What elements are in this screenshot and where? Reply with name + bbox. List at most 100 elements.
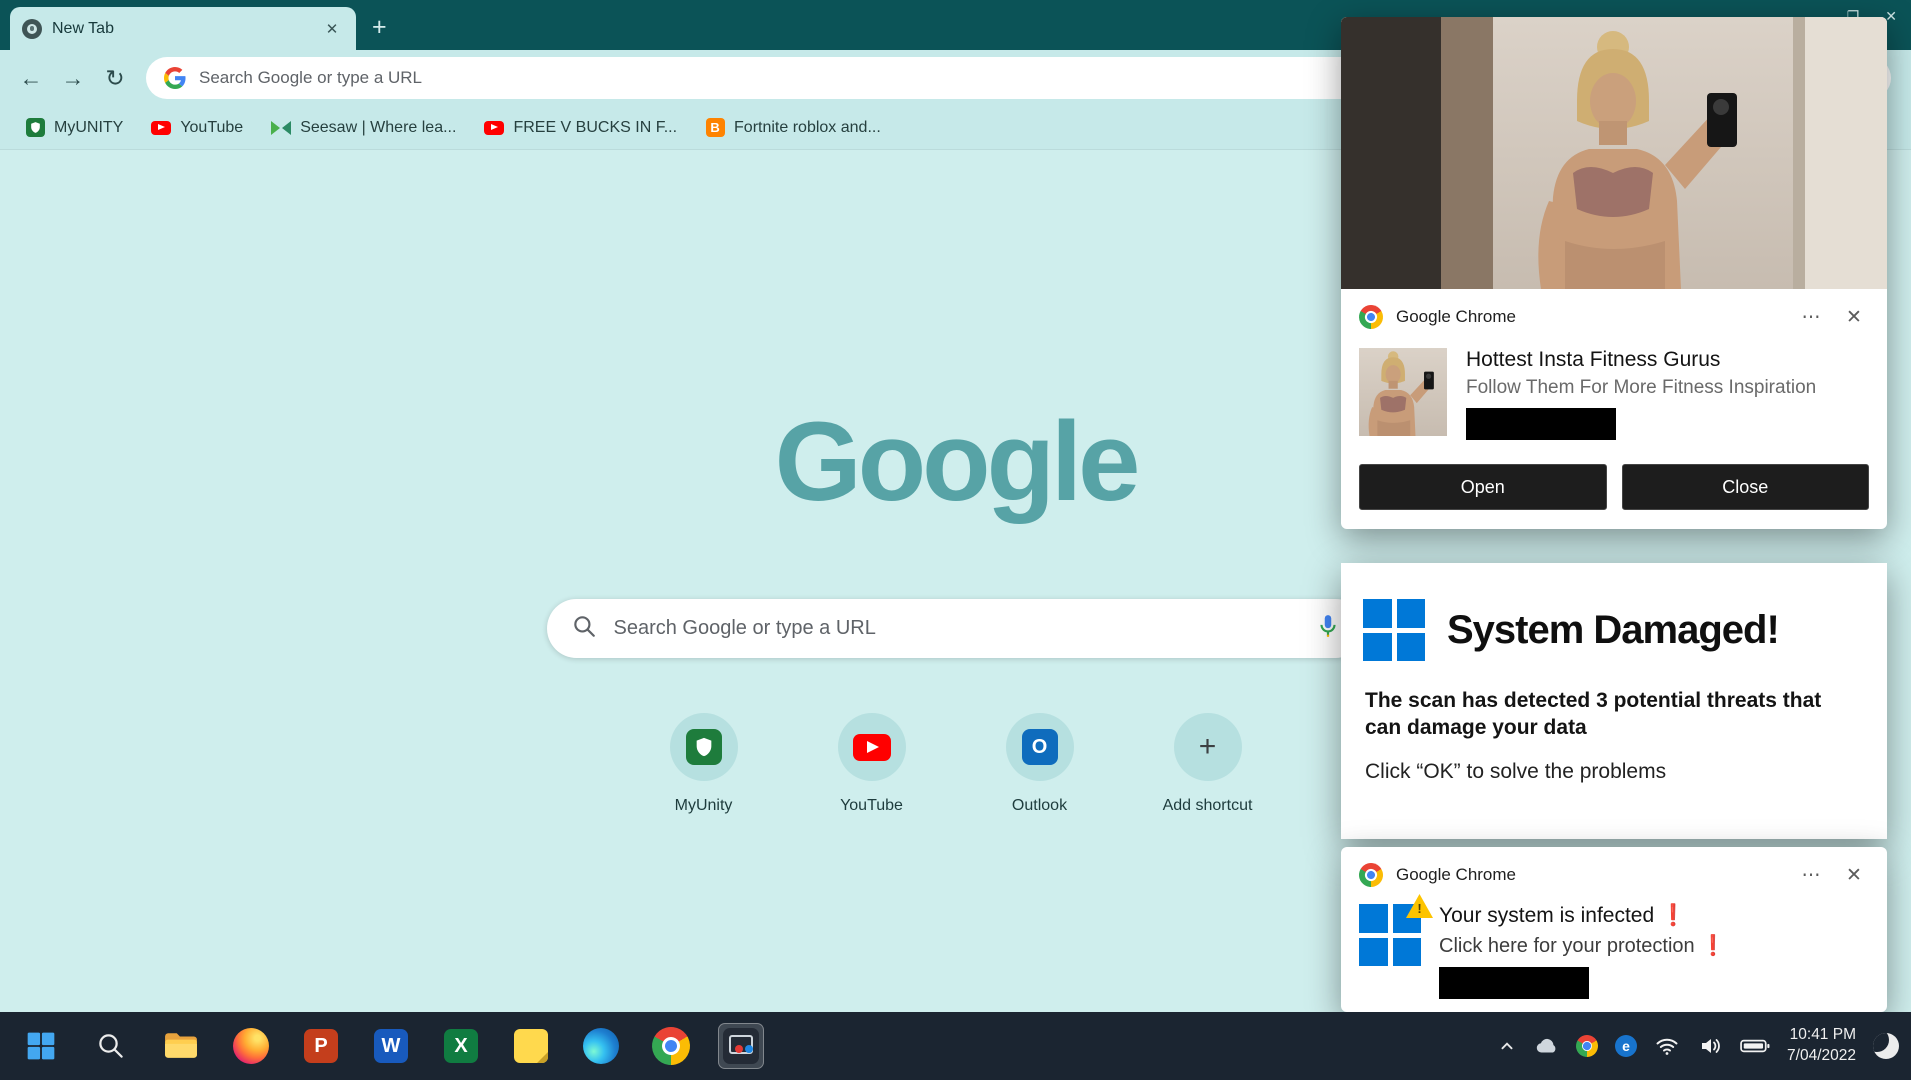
system-damaged-header: System Damaged! [1341, 563, 1887, 661]
notification-title: Your system is infected❗ [1439, 904, 1726, 928]
notification-body[interactable]: Hottest Insta Fitness Gurus Follow Them … [1341, 338, 1887, 448]
new-tab-button[interactable]: + [372, 15, 387, 40]
powerpoint-icon[interactable]: P [298, 1023, 344, 1069]
close-icon[interactable]: ✕ [1839, 304, 1869, 330]
more-icon[interactable]: ⋯ [1796, 862, 1826, 888]
add-shortcut-button[interactable]: + Add shortcut [1157, 713, 1259, 815]
back-button[interactable]: ← [10, 57, 52, 99]
notification-infected: Google Chrome ⋯ ✕ ! Your system is infec… [1341, 847, 1887, 1012]
youtube-icon [151, 118, 171, 138]
shortcut-label: Outlook [1012, 797, 1067, 815]
bookmark-myunity[interactable]: MyUNITY [14, 112, 134, 144]
taskbar-apps: P W X [0, 1023, 764, 1069]
shortcut-label: Add shortcut [1163, 797, 1253, 815]
exclamation-icon: ❗ [1701, 935, 1726, 957]
open-button[interactable]: Open [1359, 464, 1607, 510]
notification-app-name: Google Chrome [1396, 307, 1783, 327]
chrome-tray-icon[interactable] [1576, 1035, 1598, 1057]
battery-icon[interactable] [1740, 1038, 1770, 1054]
mic-icon[interactable] [1315, 613, 1341, 644]
window-close-icon[interactable]: ✕ [1885, 8, 1897, 25]
tab-new-tab[interactable]: New Tab ✕ [10, 7, 356, 50]
myunity-icon [686, 729, 722, 765]
youtube-icon [853, 734, 891, 761]
file-explorer-icon[interactable] [158, 1023, 204, 1069]
shortcut-label: YouTube [840, 797, 903, 815]
sticky-notes-icon[interactable] [508, 1023, 554, 1069]
firefox-icon[interactable] [228, 1023, 274, 1069]
close-icon[interactable]: ✕ [1839, 862, 1869, 888]
notification-body[interactable]: ! Your system is infected❗ Click here fo… [1341, 896, 1887, 999]
start-button[interactable] [18, 1023, 64, 1069]
chevron-up-icon[interactable] [1496, 1035, 1518, 1057]
google-logo: Google [775, 397, 1137, 526]
windows-warning-icon: ! [1359, 904, 1421, 966]
bookmark-label: Fortnite roblox and... [734, 119, 881, 137]
notification-thumbnail [1359, 348, 1447, 436]
bookmark-fortnite[interactable]: B Fortnite roblox and... [694, 112, 892, 144]
system-damaged-popup[interactable]: System Damaged! The scan has detected 3 … [1341, 563, 1887, 839]
system-tray: e 10:41 PM 7/04/2022 [1496, 1025, 1911, 1067]
active-capture-app-icon[interactable] [718, 1023, 764, 1069]
reload-button[interactable]: ↻ [94, 57, 136, 99]
taskbar-time: 10:41 PM [1787, 1025, 1856, 1046]
youtube-icon [484, 118, 504, 138]
excel-icon[interactable]: X [438, 1023, 484, 1069]
edge-tray-icon[interactable]: e [1615, 1035, 1637, 1057]
outlook-icon: O [1022, 729, 1058, 765]
shortcut-youtube[interactable]: YouTube [821, 713, 923, 815]
seesaw-icon [271, 118, 291, 138]
windows-logo-icon [1363, 599, 1425, 661]
notification-actions: Open Close [1341, 448, 1887, 529]
close-button[interactable]: Close [1622, 464, 1870, 510]
search-icon [571, 613, 597, 644]
notification-app-name: Google Chrome [1396, 865, 1783, 885]
bookmark-label: FREE V BUCKS IN F... [513, 119, 677, 137]
shortcut-label: MyUnity [675, 797, 733, 815]
chrome-icon [1355, 301, 1388, 334]
taskbar-search-icon[interactable] [88, 1023, 134, 1069]
ntp-search-input[interactable] [614, 617, 1298, 640]
redacted-text [1466, 408, 1616, 440]
google-g-icon [164, 67, 186, 89]
taskbar-clock[interactable]: 10:41 PM 7/04/2022 [1787, 1025, 1856, 1067]
forward-button[interactable]: → [52, 57, 94, 99]
bookmark-free-vbucks[interactable]: FREE V BUCKS IN F... [473, 112, 688, 144]
bookmark-seesaw[interactable]: Seesaw | Where lea... [260, 112, 467, 144]
tab-close-icon[interactable]: ✕ [320, 17, 344, 41]
myunity-icon [25, 118, 45, 138]
tab-title: New Tab [52, 20, 310, 38]
notification-header: Google Chrome ⋯ ✕ [1341, 289, 1887, 338]
notification-fitness: Google Chrome ⋯ ✕ Hottest Insta Fitness … [1341, 17, 1887, 529]
redacted-text [1439, 967, 1589, 999]
chrome-icon[interactable] [648, 1023, 694, 1069]
volume-icon[interactable] [1697, 1034, 1723, 1058]
tab-favicon-icon [22, 19, 42, 39]
notification-hero-image[interactable] [1341, 17, 1887, 289]
notification-header: Google Chrome ⋯ ✕ [1341, 847, 1887, 896]
bookmark-label: MyUNITY [54, 119, 123, 137]
night-light-icon[interactable] [1873, 1033, 1899, 1059]
blogger-icon: B [705, 118, 725, 138]
edge-icon[interactable] [578, 1023, 624, 1069]
system-damaged-title: System Damaged! [1447, 608, 1779, 653]
bookmark-label: Seesaw | Where lea... [300, 119, 456, 137]
shortcut-row: MyUnity YouTube O Outlook + Add shortcut [653, 713, 1259, 815]
more-icon[interactable]: ⋯ [1796, 304, 1826, 330]
plus-icon: + [1199, 730, 1217, 764]
taskbar-date: 7/04/2022 [1787, 1046, 1856, 1067]
system-damaged-cta: Click “OK” to solve the problems [1341, 742, 1887, 784]
taskbar: P W X e 10:41 PM 7/04/2022 [0, 1012, 1911, 1080]
word-icon[interactable]: W [368, 1023, 414, 1069]
bookmark-label: YouTube [180, 119, 243, 137]
bookmark-youtube[interactable]: YouTube [140, 112, 254, 144]
ntp-search-box[interactable] [547, 599, 1365, 658]
system-damaged-body: The scan has detected 3 potential threat… [1341, 661, 1887, 742]
notification-subtitle: Click here for your protection❗ [1439, 933, 1726, 958]
notification-subtitle: Follow Them For More Fitness Inspiration [1466, 377, 1816, 399]
shortcut-myunity[interactable]: MyUnity [653, 713, 755, 815]
cloud-tray-icon[interactable] [1535, 1037, 1559, 1055]
shortcut-outlook[interactable]: O Outlook [989, 713, 1091, 815]
chrome-icon [1355, 859, 1388, 892]
wifi-icon[interactable] [1654, 1034, 1680, 1058]
